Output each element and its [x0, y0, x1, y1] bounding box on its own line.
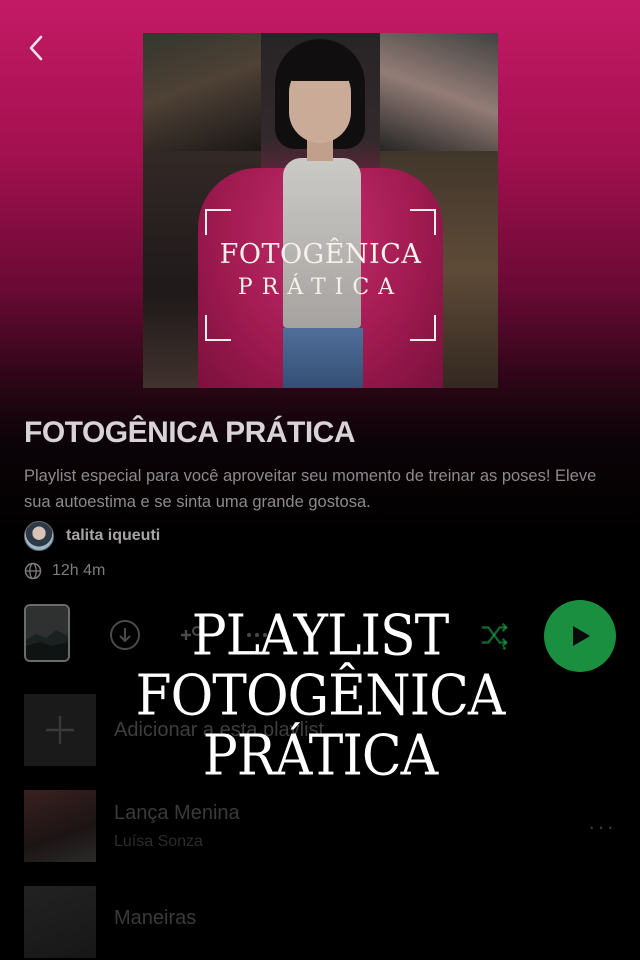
- track-info: Lança Menina Luísa Sonza: [114, 802, 240, 851]
- plus-icon: [46, 716, 74, 744]
- track-artwork: [24, 886, 96, 958]
- thumbnail-image: [26, 606, 68, 660]
- shuffle-icon: [481, 622, 508, 650]
- playlist-cover: FOTOGÊNICA PRÁTICA: [143, 33, 498, 388]
- add-user-icon: [181, 626, 202, 640]
- playlist-thumbnail-button[interactable]: [24, 604, 70, 662]
- track-row[interactable]: Lança Menina Luísa Sonza ···: [24, 790, 616, 862]
- globe-icon: [24, 562, 42, 580]
- playlist-description: Playlist especial para você aproveitar s…: [24, 467, 597, 511]
- playlist-duration: 12h 4m: [52, 562, 106, 579]
- frame-corner: [410, 315, 436, 341]
- add-user-button[interactable]: [174, 618, 208, 652]
- frame-corner: [205, 209, 231, 235]
- back-button[interactable]: [22, 34, 50, 62]
- track-title: Lança Menina: [114, 801, 240, 824]
- frame-corner: [410, 209, 436, 235]
- cover-title-line2: PRÁTICA: [237, 275, 404, 300]
- track-row[interactable]: Maneiras: [24, 886, 616, 958]
- track-title: Maneiras: [114, 906, 197, 929]
- play-icon: [573, 626, 590, 646]
- playlist-meta: 12h 4m: [24, 562, 105, 580]
- track-more-icon[interactable]: ···: [588, 814, 616, 840]
- track-artist: Luísa Sonza: [114, 832, 203, 850]
- shuffle-button[interactable]: [478, 618, 512, 652]
- more-icon: [247, 633, 267, 637]
- track-artwork: [24, 790, 96, 862]
- cover-title-line1: FOTOGÊNICA: [219, 239, 422, 270]
- more-button[interactable]: [240, 618, 274, 652]
- playlist-title: FOTOGÊNICA PRÁTICA: [24, 416, 356, 449]
- frame-corner: [205, 315, 231, 341]
- track-info: Maneiras: [114, 907, 196, 938]
- controls-row: [24, 600, 616, 672]
- add-to-playlist-label: Adicionar a esta playlist: [114, 718, 325, 741]
- owner-name[interactable]: talita iqueuti: [66, 527, 160, 545]
- avatar[interactable]: [24, 521, 54, 551]
- playlist-owner[interactable]: talita iqueuti: [24, 521, 160, 551]
- add-square[interactable]: [24, 694, 96, 766]
- download-icon: [110, 620, 140, 650]
- cover-shade: [143, 33, 498, 388]
- play-button[interactable]: [544, 600, 616, 672]
- download-button[interactable]: [108, 618, 142, 652]
- add-to-playlist-row[interactable]: Adicionar a esta playlist: [24, 694, 616, 766]
- chevron-left-icon: [29, 35, 43, 61]
